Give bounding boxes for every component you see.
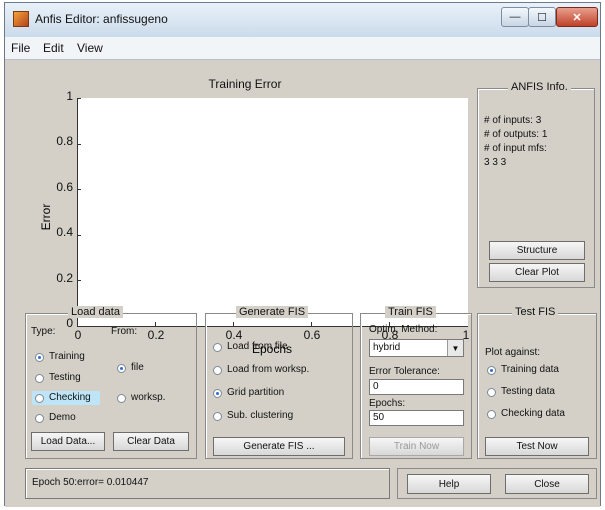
maximize-button[interactable]: ☐ — [528, 7, 556, 27]
train-fis-title: Train FIS — [385, 306, 436, 318]
menu-bar: File Edit View — [5, 37, 600, 60]
y-tick-mark — [77, 280, 81, 281]
window-close-button[interactable]: ✕ — [556, 7, 598, 27]
info-outputs: # of outputs: 1 — [484, 129, 548, 140]
status-bar: Epoch 50:error= 0.010447 — [25, 468, 390, 499]
dropdown-arrow-icon: ▼ — [447, 340, 463, 356]
structure-button[interactable]: Structure — [489, 241, 585, 260]
testing-data-radio[interactable] — [487, 388, 496, 397]
sub-clustering-radio[interactable] — [213, 412, 222, 421]
help-button[interactable]: Help — [407, 474, 491, 494]
main-content: Training Error 1 0.8 0.6 0.4 0.2 0 0 0.2… — [5, 60, 600, 507]
close-button[interactable]: Close — [505, 474, 589, 494]
load-from-file-label: Load from file — [227, 341, 288, 352]
grid-partition-label: Grid partition — [227, 387, 285, 398]
y-tick-label: 0.4 — [56, 225, 73, 239]
load-from-worksp-label: Load from worksp. — [227, 364, 310, 375]
type-training-label: Training — [49, 351, 85, 362]
type-testing-label: Testing — [49, 372, 81, 383]
train-now-button[interactable]: Train Now — [369, 437, 464, 456]
epochs-label: Epochs: — [369, 398, 406, 409]
info-mf-counts: 3 3 3 — [484, 157, 507, 168]
minimize-button[interactable]: — — [501, 7, 529, 27]
type-demo-radio[interactable] — [35, 414, 44, 423]
menu-edit[interactable]: Edit — [43, 41, 64, 55]
error-tolerance-field[interactable]: 0 — [369, 379, 464, 395]
info-input-mfs: # of input mfs: — [484, 143, 547, 154]
anfis-info-title: ANFIS Info. — [508, 81, 571, 93]
checking-data-label: Checking data — [501, 408, 565, 419]
from-worksp-label: worksp. — [131, 392, 166, 403]
y-tick-label: 0.8 — [56, 134, 73, 148]
y-axis-label: Error — [39, 203, 53, 231]
grid-partition-radio[interactable] — [213, 389, 222, 398]
optim-method-select[interactable]: hybrid ▼ — [369, 339, 464, 357]
optim-method-value: hybrid — [373, 342, 401, 353]
load-data-title: Load data — [68, 306, 123, 318]
y-tick-label: 1 — [66, 89, 73, 103]
anfis-editor-window: Anfis Editor: anfissugeno — ☐ ✕ File Edi… — [4, 2, 601, 507]
optim-method-label: Optim. Method: — [369, 324, 438, 335]
matlab-app-icon — [13, 11, 29, 27]
window-title: Anfis Editor: anfissugeno — [35, 12, 168, 26]
menu-file[interactable]: File — [11, 41, 30, 55]
y-tick-mark — [77, 144, 81, 145]
error-tolerance-label: Error Tolerance: — [369, 366, 440, 377]
from-label: From: — [111, 326, 138, 337]
plot-title: Training Error — [208, 77, 282, 91]
plot-against-label: Plot against: — [485, 347, 541, 358]
generate-fis-button[interactable]: Generate FIS ... — [213, 437, 345, 456]
epochs-field[interactable]: 50 — [369, 410, 464, 426]
status-text: Epoch 50:error= 0.010447 — [32, 477, 149, 488]
from-worksp-radio[interactable] — [117, 394, 126, 403]
checking-data-radio[interactable] — [487, 410, 496, 419]
title-bar: Anfis Editor: anfissugeno — ☐ ✕ — [5, 3, 600, 37]
test-now-button[interactable]: Test Now — [485, 437, 589, 456]
y-tick-mark — [77, 98, 81, 99]
sub-clustering-label: Sub. clustering — [227, 410, 294, 421]
type-testing-radio[interactable] — [35, 374, 44, 383]
training-data-radio[interactable] — [487, 366, 496, 375]
clear-data-button[interactable]: Clear Data — [113, 432, 189, 451]
y-tick-mark — [77, 189, 81, 190]
type-checking-radio[interactable] — [35, 394, 44, 403]
y-tick-mark — [77, 235, 81, 236]
info-inputs: # of inputs: 3 — [484, 115, 542, 126]
generate-fis-title: Generate FIS — [236, 306, 309, 318]
clear-plot-button[interactable]: Clear Plot — [489, 263, 585, 282]
training-error-plot — [77, 98, 468, 327]
load-from-worksp-radio[interactable] — [213, 366, 222, 375]
type-training-radio[interactable] — [35, 353, 44, 362]
load-from-file-radio[interactable] — [213, 343, 222, 352]
training-data-label: Training data — [501, 364, 559, 375]
menu-view[interactable]: View — [77, 41, 103, 55]
type-demo-label: Demo — [49, 412, 76, 423]
from-file-label: file — [131, 362, 144, 373]
testing-data-label: Testing data — [501, 386, 555, 397]
from-file-radio[interactable] — [117, 364, 126, 373]
load-data-button[interactable]: Load Data... — [31, 432, 105, 451]
test-fis-title: Test FIS — [512, 306, 559, 318]
type-label: Type: — [31, 326, 56, 337]
y-tick-label: 0.6 — [56, 180, 73, 194]
type-checking-label: Checking — [49, 392, 91, 403]
y-tick-label: 0.2 — [56, 271, 73, 285]
